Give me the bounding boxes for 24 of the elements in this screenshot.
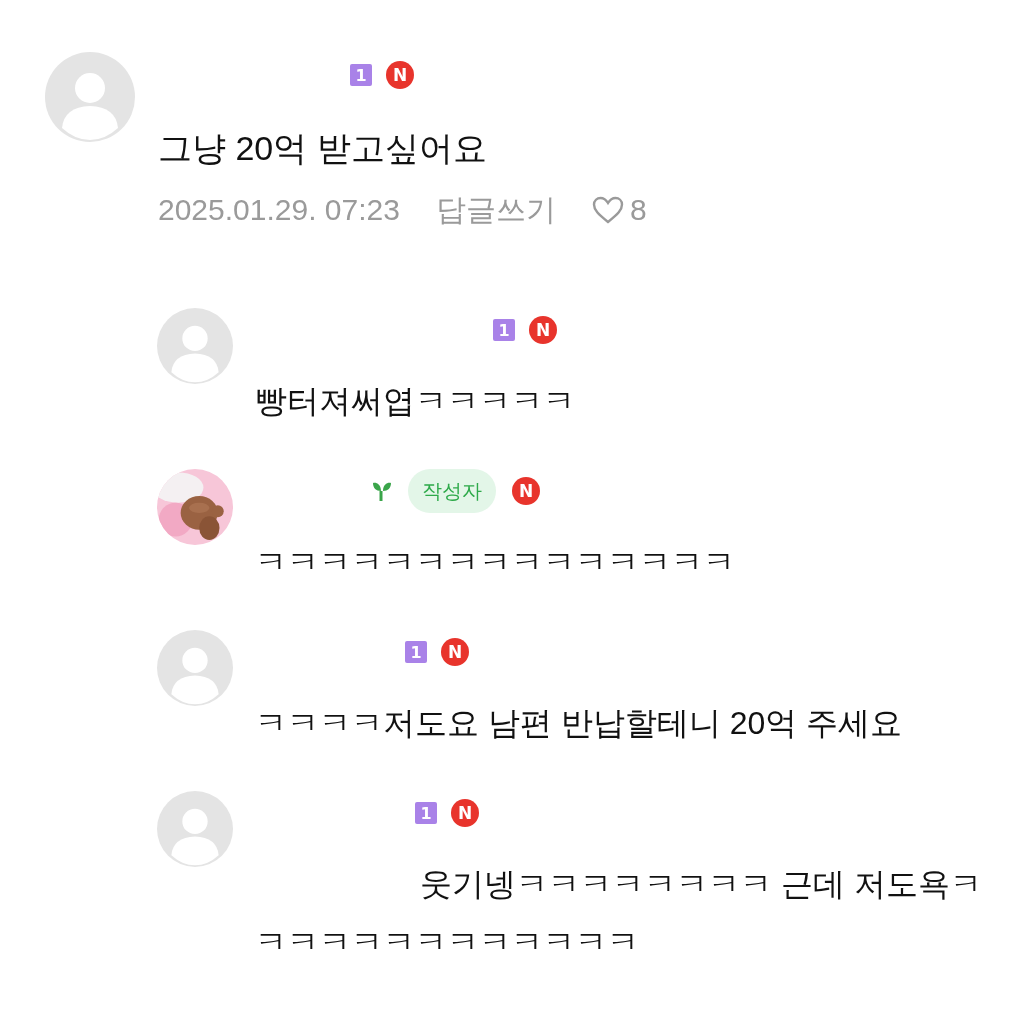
comment-text: 그냥 20억 받고싶어요 (158, 128, 488, 169)
avatar-icon (157, 630, 233, 706)
comment-text: ㅋㅋㅋㅋㅋㅋㅋㅋㅋㅋㅋㅋㅋㅋㅋ (255, 543, 736, 582)
level-badge: 1 (415, 802, 437, 824)
comment-text: 웃기넹ㅋㅋㅋㅋㅋㅋㅋㅋ 근데 저도욕ㅋㅋㅋㅋㅋㅋㅋㅋㅋㅋㅋㅋㅋ (255, 865, 983, 962)
comment-text: ㅋㅋㅋㅋ저도요 남편 반납할테니 20억 주세요 (255, 704, 904, 743)
new-badge: N (529, 316, 557, 344)
new-badge: N (441, 638, 469, 666)
avatar-icon (45, 52, 135, 142)
level-badge: 1 (405, 641, 427, 663)
avatar-icon (157, 791, 233, 867)
new-badge: N (386, 61, 414, 89)
new-badge: N (512, 477, 540, 505)
reply-link[interactable]: 답글쓰기 (435, 189, 556, 231)
like-button[interactable]: 8 (591, 193, 647, 227)
avatar-icon (157, 308, 233, 384)
comment-text: 빵터져써엽ㅋㅋㅋㅋㅋ (255, 382, 576, 421)
level-badge: 1 (493, 319, 515, 341)
author-badge: 작성자 (408, 469, 496, 513)
heart-icon (591, 196, 624, 224)
sprout-icon (372, 480, 392, 502)
new-badge: N (451, 799, 479, 827)
level-badge: 1 (350, 64, 372, 86)
comment-date: 2025.01.29. 07:23 (158, 193, 400, 227)
